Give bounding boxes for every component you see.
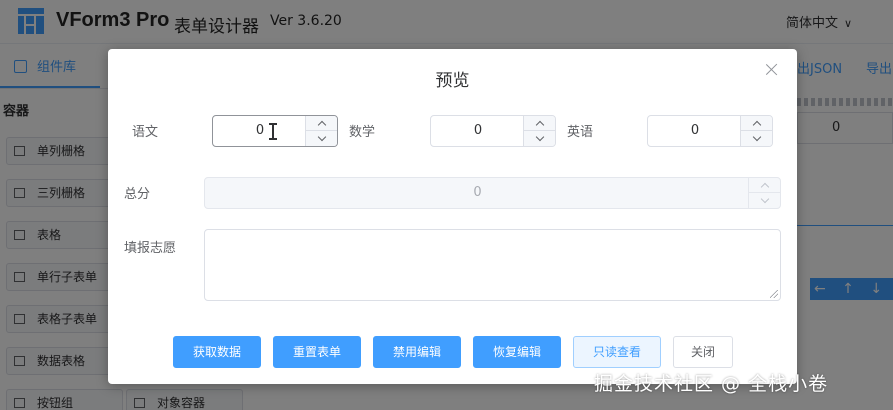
field-label-chinese: 语文 bbox=[132, 125, 159, 140]
stepper bbox=[523, 116, 555, 146]
increase-button[interactable] bbox=[524, 116, 555, 131]
english-score-value[interactable]: 0 bbox=[648, 116, 742, 146]
chevron-up-icon bbox=[760, 182, 769, 192]
decrease-button[interactable] bbox=[524, 131, 555, 146]
field-label-aspiration: 填报志愿 bbox=[124, 241, 177, 256]
chinese-score-input[interactable]: 0 bbox=[212, 115, 338, 147]
chevron-down-icon bbox=[760, 194, 769, 204]
increase-button[interactable] bbox=[306, 116, 337, 131]
total-score-value: 0 bbox=[473, 185, 482, 200]
chinese-score-value[interactable]: 0 bbox=[213, 116, 307, 146]
chevron-up-icon bbox=[317, 120, 326, 130]
dialog-title: 预览 bbox=[435, 71, 470, 91]
close-button[interactable]: 关闭 bbox=[673, 336, 733, 368]
decrease-button[interactable] bbox=[306, 131, 337, 146]
aspiration-textarea[interactable] bbox=[204, 229, 781, 301]
decrease-button bbox=[749, 193, 780, 208]
close-icon[interactable] bbox=[765, 63, 779, 77]
restore-edit-button[interactable]: 恢复编辑 bbox=[473, 336, 561, 368]
chevron-down-icon bbox=[317, 132, 326, 142]
field-label-english: 英语 bbox=[567, 125, 594, 140]
chevron-up-icon bbox=[752, 120, 761, 130]
get-data-button[interactable]: 获取数据 bbox=[173, 336, 261, 368]
readonly-view-button[interactable]: 只读查看 bbox=[573, 336, 661, 368]
text-cursor-icon bbox=[269, 123, 277, 140]
chevron-down-icon bbox=[535, 132, 544, 142]
stepper bbox=[305, 116, 337, 146]
increase-button[interactable] bbox=[741, 116, 772, 131]
increase-button bbox=[749, 178, 780, 193]
resize-handle-icon[interactable] bbox=[770, 290, 778, 298]
english-score-input[interactable]: 0 bbox=[647, 115, 773, 147]
chevron-up-icon bbox=[535, 120, 544, 130]
reset-form-button[interactable]: 重置表单 bbox=[273, 336, 361, 368]
stepper bbox=[740, 116, 772, 146]
total-score-input: 0 bbox=[204, 177, 781, 209]
stepper bbox=[748, 178, 780, 208]
watermark: 掘金技术社区 @ 全栈小卷 bbox=[594, 373, 829, 395]
field-label-math: 数学 bbox=[349, 125, 376, 140]
math-score-input[interactable]: 0 bbox=[430, 115, 556, 147]
decrease-button[interactable] bbox=[741, 131, 772, 146]
preview-dialog: 预览 语文 0 数学 0 英语 0 总分 0 填报志愿 获取数据 重置表单 禁用… bbox=[108, 49, 797, 384]
field-label-total: 总分 bbox=[124, 187, 151, 202]
disable-edit-button[interactable]: 禁用编辑 bbox=[373, 336, 461, 368]
math-score-value[interactable]: 0 bbox=[431, 116, 525, 146]
chevron-down-icon bbox=[752, 132, 761, 142]
